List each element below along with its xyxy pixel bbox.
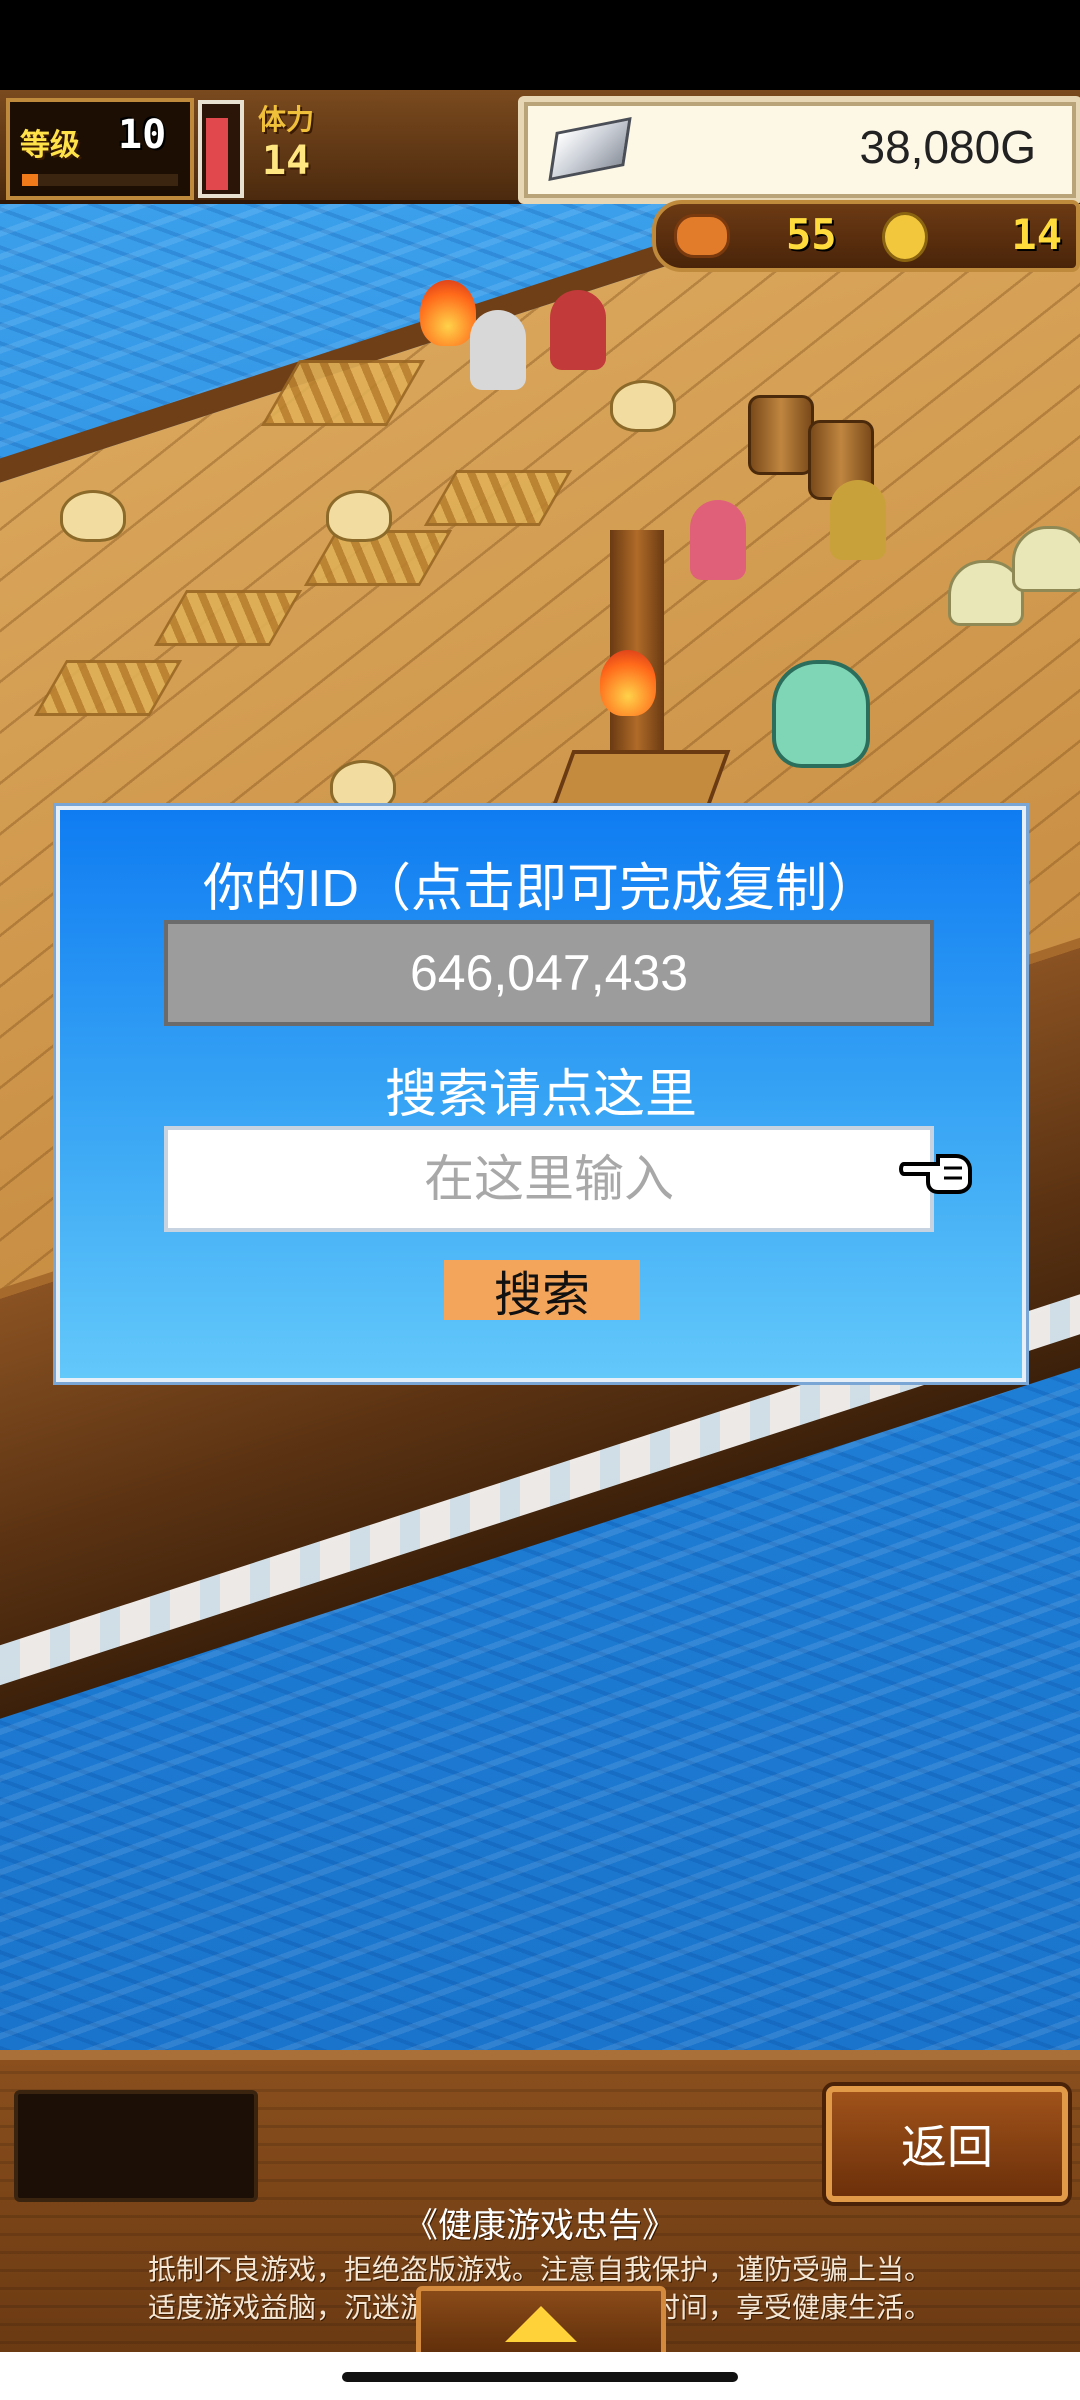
level-panel: 等级 10	[6, 98, 194, 200]
pointing-hand-icon	[899, 1154, 972, 1194]
back-button[interactable]: 返回	[826, 2086, 1068, 2202]
menu-slot	[14, 2090, 258, 2202]
stamina-value: 14	[262, 138, 311, 184]
home-indicator[interactable]	[342, 2372, 738, 2382]
stamina-label: 体力	[258, 104, 315, 135]
treasure-sack-icon[interactable]	[330, 760, 396, 812]
id-search-dialog: 你的ID（点击即可完成复制） 646,047,433 搜索请点这里 搜索	[56, 806, 1026, 1382]
crew-member-sprite[interactable]	[830, 480, 886, 560]
search-input[interactable]	[164, 1126, 934, 1232]
level-progress-fill	[22, 174, 38, 186]
food-value: 55	[786, 210, 837, 259]
search-button[interactable]: 搜索	[444, 1260, 640, 1322]
stamina-gauge	[198, 100, 244, 198]
crew-member-sprite[interactable]	[550, 290, 606, 370]
level-label: 等级	[20, 129, 80, 162]
crew-member-sprite[interactable]	[690, 500, 746, 580]
money-panel: 38,080G	[518, 96, 1080, 204]
arrow-up-icon	[505, 2306, 577, 2342]
stamina-gauge-fill	[206, 118, 228, 190]
game-screen: 等级 10 体力 14 38,080G 55 14 你的ID（点击即可完成复制）…	[0, 0, 1080, 2400]
treasure-sack-icon[interactable]	[326, 490, 392, 542]
level-value: 10	[118, 112, 167, 158]
food-icon	[674, 214, 730, 258]
top-hud: 等级 10 体力 14 38,080G	[0, 90, 1080, 204]
medal-coin-icon	[882, 212, 928, 262]
campfire-icon	[420, 280, 476, 346]
crew-member-sprite[interactable]	[470, 310, 526, 390]
health-notice-title: 《健康游戏忠告》	[404, 2207, 676, 2245]
monster-sprite[interactable]	[772, 660, 870, 768]
home-indicator-area	[0, 2352, 1080, 2400]
health-notice-line-1: 抵制不良游戏，拒绝盗版游戏。注意自我保护，谨防受骗上当。	[147, 2254, 932, 2285]
user-id-copy-box[interactable]: 646,047,433	[164, 920, 934, 1026]
campfire-icon	[600, 650, 656, 716]
money-value: 38,080G	[859, 121, 1036, 173]
status-bar	[0, 0, 1080, 90]
barrel-icon	[748, 395, 814, 475]
medal-value: 14	[1011, 210, 1062, 259]
treasure-sack-icon[interactable]	[610, 380, 676, 432]
search-label: 搜索请点这里	[384, 1066, 697, 1124]
silver-ingot-icon	[548, 117, 632, 181]
bottom-panel: 返回 《健康游戏忠告》 抵制不良游戏，拒绝盗版游戏。注意自我保护，谨防受骗上当。…	[0, 2050, 1080, 2362]
expand-menu-button[interactable]	[416, 2286, 666, 2362]
treasure-sack-icon[interactable]	[60, 490, 126, 542]
dialog-title: 你的ID（点击即可完成复制）	[202, 860, 879, 918]
level-progress-bar	[22, 174, 178, 186]
jellyfish-monster-sprite[interactable]	[1012, 526, 1080, 592]
resource-bar: 55 14	[652, 200, 1080, 272]
